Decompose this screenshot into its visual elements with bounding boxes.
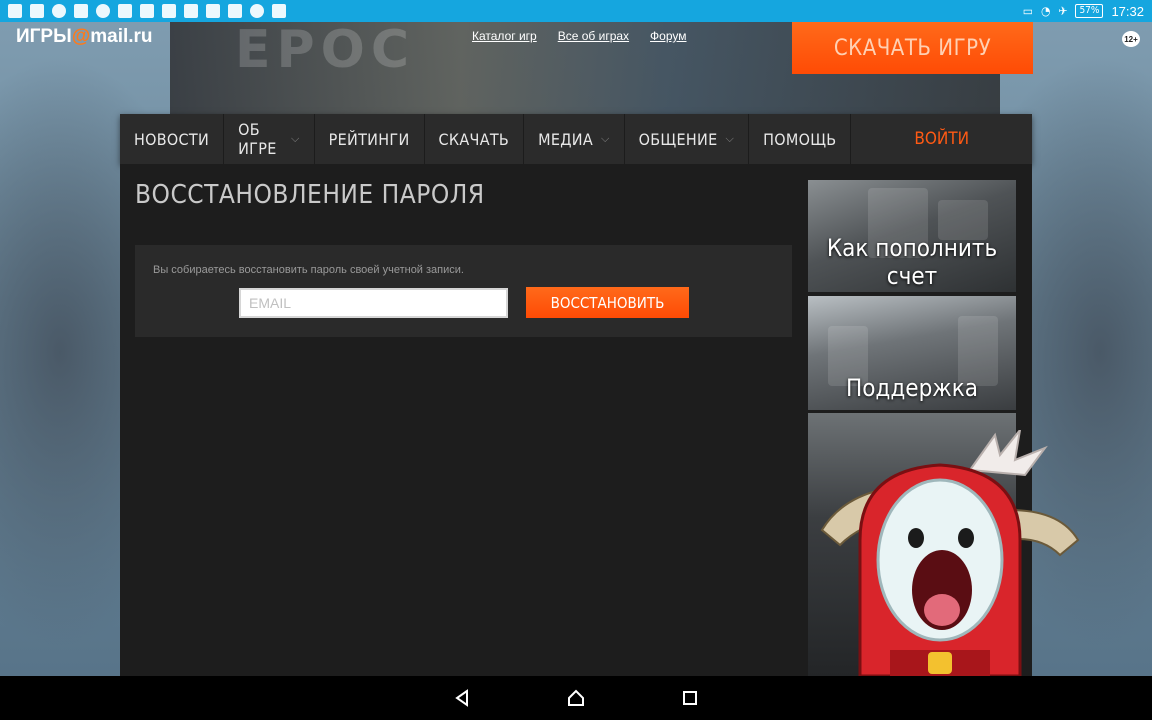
video-icon xyxy=(8,4,22,18)
chevron-down-icon: ⌵ xyxy=(725,132,735,145)
recents-icon xyxy=(683,691,697,705)
link-forum[interactable]: Форум xyxy=(650,29,686,43)
game-icon xyxy=(96,4,110,18)
age-rating-badge: 12+ xyxy=(1122,31,1140,47)
main-nav: НОВОСТИ ОБ ИГРЕ ⌵ РЕЙТИНГИ СКАЧАТЬ МЕДИА… xyxy=(120,114,1032,164)
settings-icon xyxy=(250,4,264,18)
nav-item-about-game[interactable]: ОБ ИГРЕ ⌵ xyxy=(224,114,315,164)
nav-item-download[interactable]: СКАЧАТЬ xyxy=(425,114,525,164)
notification-icon xyxy=(184,4,198,18)
banner-label: Поддержка xyxy=(845,374,979,402)
home-button[interactable] xyxy=(565,687,587,709)
nav-item-community[interactable]: ОБЩЕНИЕ ⌵ xyxy=(625,114,750,164)
cast-icon: ▭ xyxy=(1022,4,1033,18)
youtube-icon xyxy=(74,4,88,18)
restore-button[interactable]: ВОССТАНОВИТЬ xyxy=(526,287,689,318)
chevron-down-icon: ⌵ xyxy=(291,132,300,145)
back-icon xyxy=(455,689,468,707)
android-status-bar: ▭ ◔ ✈ 57% 17:32 xyxy=(0,0,1152,22)
banner-top-up-account[interactable]: Как пополнить счет xyxy=(808,180,1016,292)
link-all-about-games[interactable]: Все об играх xyxy=(558,29,629,43)
hero-game-title: EPOC xyxy=(235,20,415,80)
site-logo[interactable]: ИГРЫ@mail.ru xyxy=(16,26,153,48)
clock: 17:32 xyxy=(1111,3,1144,19)
banner-support[interactable]: Поддержка xyxy=(808,296,1016,410)
deer-icon xyxy=(118,4,132,18)
browser-icon xyxy=(52,4,66,18)
banner-label: Как пополнить счет xyxy=(826,234,998,290)
back-button[interactable] xyxy=(451,687,473,709)
nav-item-news[interactable]: НОВОСТИ xyxy=(120,114,225,164)
android-nav-bar xyxy=(0,676,1152,720)
app-icon xyxy=(30,4,44,18)
link-games-catalog[interactable]: Каталог игр xyxy=(472,29,537,43)
mascot-character xyxy=(820,430,1080,676)
wifi-icon: ◔ xyxy=(1040,4,1051,18)
email-input[interactable] xyxy=(239,288,508,318)
chevron-down-icon: ⌵ xyxy=(600,132,610,145)
notification-icon xyxy=(272,4,286,18)
store-icon xyxy=(140,4,154,18)
image-icon xyxy=(162,4,176,18)
page-title: ВОССТАНОВЛЕНИЕ ПАРОЛЯ xyxy=(135,180,485,210)
nav-item-ratings[interactable]: РЕЙТИНГИ xyxy=(315,114,425,164)
airplane-icon: ✈ xyxy=(1058,4,1068,18)
controller-icon xyxy=(228,4,242,18)
battery-indicator: 57% xyxy=(1075,4,1104,18)
recents-button[interactable] xyxy=(679,687,701,709)
login-button[interactable]: ВОЙТИ xyxy=(851,114,1032,164)
notification-icons xyxy=(8,4,286,18)
nav-item-help[interactable]: ПОМОЩЬ xyxy=(749,114,852,164)
home-icon xyxy=(568,689,584,706)
nav-item-media[interactable]: МЕДИА ⌵ xyxy=(524,114,625,164)
download-game-button[interactable]: СКАЧАТЬ ИГРУ xyxy=(792,22,1033,74)
notification-icon xyxy=(206,4,220,18)
restore-description: Вы собираетесь восстановить пароль своей… xyxy=(153,264,464,276)
top-links: Каталог игр Все об играх Форум xyxy=(472,29,687,43)
